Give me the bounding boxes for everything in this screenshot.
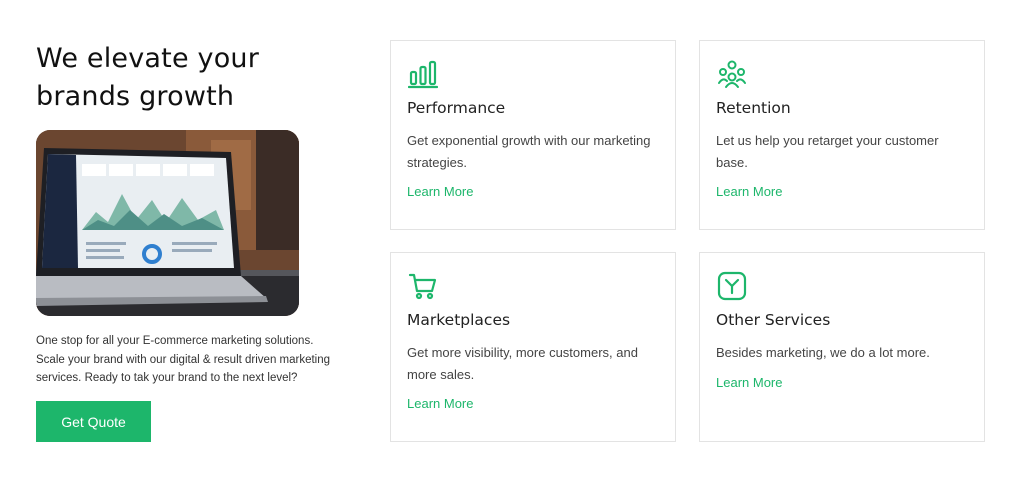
hero-section: We elevate your brands growth — [36, 40, 336, 116]
service-text: Let us help you retarget your customer b… — [716, 133, 939, 170]
service-title: Performance — [407, 99, 506, 117]
learn-more-link[interactable]: Learn More — [407, 184, 473, 199]
learn-more-link[interactable]: Learn More — [716, 184, 782, 199]
service-text: Get more visibility, more customers, and… — [407, 345, 638, 382]
service-card-other-services: Other Services Besides marketing, we do … — [699, 252, 985, 442]
hero-description: One stop for all your E-commerce marketi… — [36, 335, 331, 384]
service-card-performance: Performance Get exponential growth with … — [390, 40, 676, 230]
service-card-retention: Retention Let us help you retarget your … — [699, 40, 985, 230]
service-text: Get exponential growth with our marketin… — [407, 133, 651, 170]
service-title: Other Services — [716, 311, 831, 329]
people-group-icon — [718, 60, 746, 88]
service-title: Retention — [716, 99, 791, 117]
learn-more-link[interactable]: Learn More — [407, 396, 473, 411]
get-quote-button[interactable]: Get Quote — [36, 401, 151, 442]
split-arrow-icon — [717, 271, 747, 301]
service-card-marketplaces: Marketplaces Get more visibility, more c… — [390, 252, 676, 442]
service-text: Besides marketing, we do a lot more. — [716, 345, 930, 360]
learn-more-link[interactable]: Learn More — [716, 375, 782, 390]
hero-image — [36, 130, 299, 316]
service-title: Marketplaces — [407, 311, 511, 329]
page-title: We elevate your brands growth — [36, 43, 260, 112]
bar-chart-icon — [408, 60, 438, 89]
shopping-cart-icon — [408, 273, 437, 300]
